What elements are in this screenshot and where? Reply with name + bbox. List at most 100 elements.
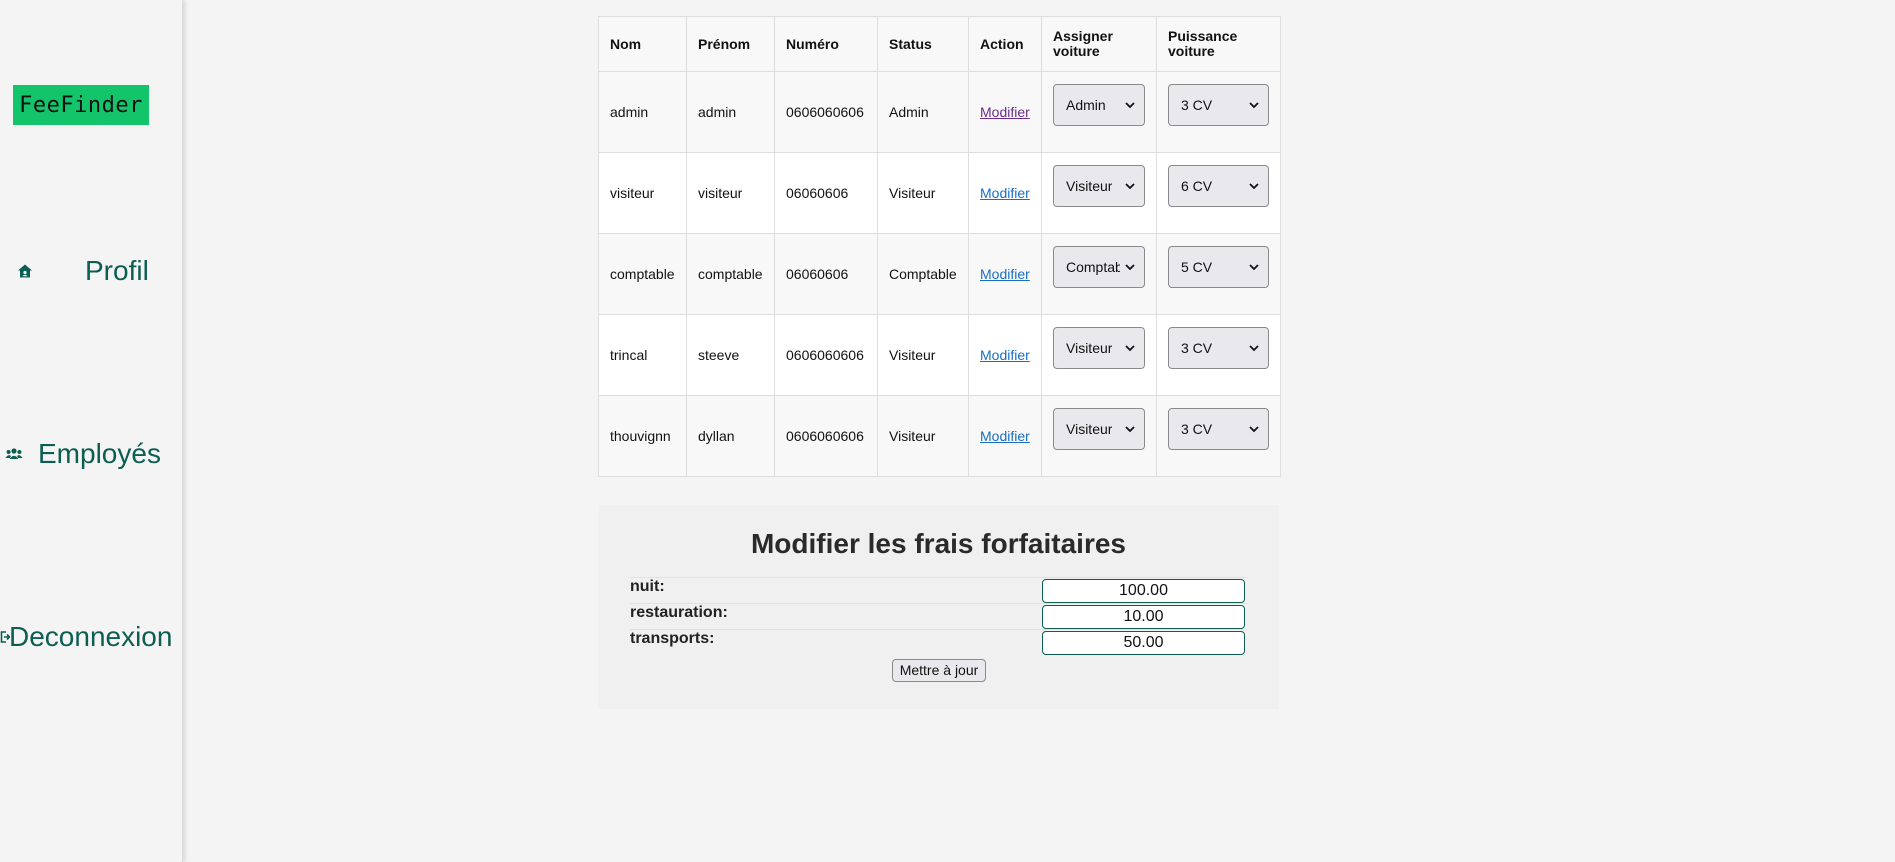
select-value: 3 CV: [1181, 97, 1213, 113]
mettre-a-jour-button[interactable]: Mettre à jour: [892, 659, 986, 682]
sidebar: FeeFinder Profil Employés Deconnexion: [0, 0, 183, 862]
cell-numero: 0606060606: [774, 395, 878, 477]
cell-status: Visiteur: [877, 314, 969, 396]
assigner-voiture-select[interactable]: Admin: [1053, 84, 1145, 126]
restauration-input[interactable]: [1042, 605, 1245, 629]
frais-row-restauration: restauration:: [630, 603, 1247, 629]
home-icon: [17, 263, 33, 279]
sidebar-item-employes[interactable]: Employés: [5, 438, 161, 470]
cell-action: Modifier: [968, 71, 1042, 153]
header-nom: Nom: [598, 16, 687, 72]
table-header-row: Nom Prénom Numéro Status Action Assigner…: [598, 16, 1281, 72]
cell-nom: trincal: [598, 314, 687, 396]
select-value: Visiteur: [1066, 178, 1113, 194]
puissance-voiture-select[interactable]: 3 CV: [1168, 84, 1269, 126]
frais-label: nuit:: [630, 578, 665, 595]
cell-action: Modifier: [968, 395, 1042, 477]
cell-numero: 0606060606: [774, 71, 878, 153]
cell-numero: 0606060606: [774, 314, 878, 396]
select-value: Visiteur: [1066, 340, 1113, 356]
table-row: trincal steeve 0606060606 Visiteur Modif…: [598, 314, 1281, 396]
frais-forfaitaires-panel: Modifier les frais forfaitaires nuit: re…: [598, 505, 1279, 709]
select-value: Visiteur: [1066, 421, 1113, 437]
assigner-voiture-select[interactable]: Comptable: [1053, 246, 1145, 288]
table-row: comptable comptable 06060606 Comptable M…: [598, 233, 1281, 315]
select-value: 5 CV: [1181, 259, 1213, 275]
chevron-down-icon: [1125, 264, 1135, 271]
modifier-link[interactable]: Modifier: [980, 185, 1030, 201]
nuit-input[interactable]: [1042, 579, 1245, 603]
employees-table-wrapper: Nom Prénom Numéro Status Action Assigner…: [598, 16, 1281, 477]
chevron-down-icon: [1125, 183, 1135, 190]
cell-assigner: Visiteur: [1041, 152, 1157, 234]
cell-nom: comptable: [598, 233, 687, 315]
cell-puissance: 6 CV: [1156, 152, 1281, 234]
chevron-down-icon: [1249, 426, 1259, 433]
puissance-voiture-select[interactable]: 6 CV: [1168, 165, 1269, 207]
cell-nom: thouvignn: [598, 395, 687, 477]
select-value: 3 CV: [1181, 421, 1213, 437]
feefinder-logo[interactable]: FeeFinder: [13, 85, 149, 125]
select-value: 6 CV: [1181, 178, 1213, 194]
cell-action: Modifier: [968, 233, 1042, 315]
header-prenom: Prénom: [686, 16, 775, 72]
puissance-voiture-select[interactable]: 5 CV: [1168, 246, 1269, 288]
sidebar-item-label: Profil: [85, 255, 149, 286]
select-value: Comptable: [1066, 259, 1120, 275]
chevron-down-icon: [1125, 426, 1135, 433]
frais-row-nuit: nuit:: [630, 577, 1247, 603]
logo-text: FeeFinder: [19, 92, 143, 118]
modifier-link[interactable]: Modifier: [980, 347, 1030, 363]
frais-label: restauration:: [630, 604, 728, 621]
cell-nom: visiteur: [598, 152, 687, 234]
cell-prenom: admin: [686, 71, 775, 153]
sidebar-item-label: Deconnexion: [9, 621, 173, 652]
chevron-down-icon: [1249, 183, 1259, 190]
chevron-down-icon: [1125, 345, 1135, 352]
sidebar-item-label: Employés: [38, 438, 161, 469]
transports-input[interactable]: [1042, 631, 1245, 655]
cell-assigner: Visiteur: [1041, 314, 1157, 396]
modifier-link[interactable]: Modifier: [980, 266, 1030, 282]
cell-status: Admin: [877, 71, 969, 153]
chevron-down-icon: [1249, 102, 1259, 109]
cell-numero: 06060606: [774, 152, 878, 234]
cell-numero: 06060606: [774, 233, 878, 315]
header-action: Action: [968, 16, 1042, 72]
chevron-down-icon: [1249, 345, 1259, 352]
modifier-link[interactable]: Modifier: [980, 428, 1030, 444]
cell-puissance: 3 CV: [1156, 71, 1281, 153]
users-icon: [5, 445, 23, 463]
cell-action: Modifier: [968, 314, 1042, 396]
frais-row-transports: transports:: [630, 629, 1247, 655]
cell-assigner: Visiteur: [1041, 395, 1157, 477]
puissance-voiture-select[interactable]: 3 CV: [1168, 408, 1269, 450]
puissance-voiture-select[interactable]: 3 CV: [1168, 327, 1269, 369]
select-value: Admin: [1066, 97, 1106, 113]
header-numero: Numéro: [774, 16, 878, 72]
header-assigner-voiture: Assigner voiture: [1041, 16, 1157, 72]
assigner-voiture-select[interactable]: Visiteur: [1053, 408, 1145, 450]
cell-status: Visiteur: [877, 395, 969, 477]
cell-prenom: dyllan: [686, 395, 775, 477]
cell-puissance: 3 CV: [1156, 395, 1281, 477]
chevron-down-icon: [1249, 264, 1259, 271]
sidebar-item-profil[interactable]: Profil: [17, 255, 149, 287]
modifier-link[interactable]: Modifier: [980, 104, 1030, 120]
cell-prenom: steeve: [686, 314, 775, 396]
header-status: Status: [877, 16, 969, 72]
sidebar-item-deconnexion[interactable]: Deconnexion: [0, 621, 172, 653]
assigner-voiture-select[interactable]: Visiteur: [1053, 327, 1145, 369]
table-row: thouvignn dyllan 0606060606 Visiteur Mod…: [598, 395, 1281, 477]
cell-status: Comptable: [877, 233, 969, 315]
cell-puissance: 5 CV: [1156, 233, 1281, 315]
cell-prenom: visiteur: [686, 152, 775, 234]
table-row: admin admin 0606060606 Admin Modifier Ad…: [598, 71, 1281, 153]
cell-status: Visiteur: [877, 152, 969, 234]
frais-title: Modifier les frais forfaitaires: [750, 528, 1126, 559]
cell-puissance: 3 CV: [1156, 314, 1281, 396]
cell-nom: admin: [598, 71, 687, 153]
assigner-voiture-select[interactable]: Visiteur: [1053, 165, 1145, 207]
cell-assigner: Admin: [1041, 71, 1157, 153]
employees-table: Nom Prénom Numéro Status Action Assigner…: [598, 16, 1281, 477]
